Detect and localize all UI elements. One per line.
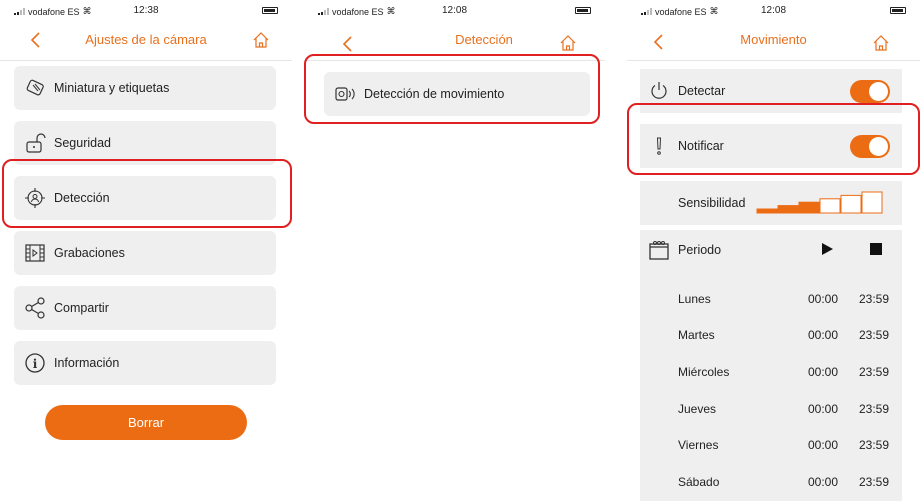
back-chevron-icon[interactable] — [340, 34, 356, 54]
sensitivity-row: Sensibilidad — [640, 181, 902, 225]
start-time: 00:00 — [808, 475, 839, 489]
sensitivity-bar-active[interactable] — [798, 201, 820, 214]
detect-toggle[interactable] — [850, 80, 890, 103]
home-icon[interactable] — [252, 31, 270, 49]
nav-divider — [304, 60, 605, 61]
stop-icon[interactable] — [870, 243, 882, 255]
detect-label: Detectar — [678, 84, 726, 98]
day-name: Lunes — [678, 292, 711, 306]
clock: 12:08 — [760, 5, 787, 16]
menu-item-label: Seguridad — [54, 136, 111, 150]
battery-icon — [575, 7, 591, 14]
clock: 12:38 — [133, 5, 159, 16]
battery-icon — [890, 7, 906, 14]
sensitivity-bar-active[interactable] — [777, 205, 799, 214]
detect-row: Detectar — [640, 69, 902, 113]
home-icon[interactable] — [559, 34, 577, 52]
menu-item-label: Información — [54, 356, 120, 370]
status-bar: vodafone ES ⌘ 12:38 — [0, 0, 292, 22]
notify-row: Notificar — [640, 124, 902, 168]
end-time: 23:59 — [859, 438, 890, 452]
status-bar: vodafone ES ⌘ 12:08 — [304, 0, 605, 22]
notify-toggle[interactable] — [850, 135, 890, 158]
camera-settings-screen: vodafone ES ⌘ 12:38 Ajustes de la cámara … — [0, 0, 292, 501]
day-name: Jueves — [678, 402, 717, 416]
day-name: Martes — [678, 328, 715, 342]
nav-bar: Ajustes de la cámara — [0, 22, 292, 60]
end-time: 23:59 — [859, 402, 890, 416]
status-bar: vodafone ES ⌘ 12:08 — [627, 0, 920, 22]
page-title: Detección — [455, 32, 513, 47]
start-time: 00:00 — [808, 292, 839, 306]
menu-item-label: Compartir — [54, 301, 109, 315]
sensitivity-bar-inactive[interactable] — [819, 198, 841, 214]
svg-text:i: i — [33, 357, 38, 371]
battery-icon — [262, 7, 278, 14]
motion-screen: vodafone ES ⌘ 12:08 Movimiento Detectar N… — [627, 0, 920, 501]
menu-item-seguridad[interactable]: Seguridad — [14, 121, 276, 165]
start-time: 00:00 — [808, 438, 839, 452]
end-time: 23:59 — [859, 328, 890, 342]
schedule-row[interactable]: Lunes 00:00 23:59 — [640, 292, 902, 312]
share-icon — [24, 297, 46, 319]
target-person-icon — [24, 187, 46, 209]
menu-item-miniatura[interactable]: Miniatura y etiquetas — [14, 66, 276, 110]
home-icon[interactable] — [872, 34, 890, 52]
nav-divider — [627, 60, 920, 61]
menu-item-grabaciones[interactable]: Grabaciones — [14, 231, 276, 275]
sensitivity-bar-inactive[interactable] — [861, 191, 883, 214]
day-name: Viernes — [678, 438, 719, 452]
nav-divider — [0, 60, 292, 61]
calendar-icon — [648, 239, 670, 261]
schedule-row[interactable]: Sábado 00:00 23:59 — [640, 475, 902, 495]
page-title: Ajustes de la cámara — [85, 32, 207, 47]
start-time: 00:00 — [808, 365, 839, 379]
menu-item-informacion[interactable]: i Información — [14, 341, 276, 385]
clock: 12:08 — [441, 5, 468, 16]
notify-label: Notificar — [678, 139, 724, 153]
menu-item-label: Detección de movimiento — [364, 87, 505, 101]
exclamation-icon — [648, 135, 670, 157]
end-time: 23:59 — [859, 365, 890, 379]
sensitivity-slider[interactable] — [755, 191, 890, 215]
sensitivity-bar-inactive[interactable] — [840, 194, 862, 214]
play-icon[interactable] — [820, 242, 834, 256]
schedule-row[interactable]: Viernes 00:00 23:59 — [640, 438, 902, 458]
schedule-row[interactable]: Jueves 00:00 23:59 — [640, 402, 902, 422]
menu-item-motion-detection[interactable]: Detección de movimiento — [324, 72, 590, 116]
motion-sensor-icon — [334, 83, 356, 105]
start-time: 00:00 — [808, 328, 839, 342]
menu-item-label: Grabaciones — [54, 246, 125, 260]
day-name: Sábado — [678, 475, 720, 489]
menu-item-label: Detección — [54, 191, 110, 205]
menu-item-compartir[interactable]: Compartir — [14, 286, 276, 330]
period-label: Periodo — [678, 243, 722, 257]
padlock-icon — [24, 132, 46, 154]
start-time: 00:00 — [808, 402, 839, 416]
nav-bar: Movimiento — [627, 22, 920, 60]
info-icon: i — [24, 352, 46, 374]
schedule-row[interactable]: Miércoles 00:00 23:59 — [640, 365, 902, 385]
sensitivity-label: Sensibilidad — [678, 196, 746, 210]
day-name: Miércoles — [678, 365, 730, 379]
delete-button[interactable]: Borrar — [45, 405, 247, 440]
nav-bar: Detección — [304, 22, 605, 60]
film-icon — [24, 242, 46, 264]
schedule-panel: Periodo Lunes 00:00 23:59 Martes 00:00 23:59 M… — [640, 230, 902, 501]
menu-item-deteccion[interactable]: Detección — [14, 176, 276, 220]
schedule-row[interactable]: Martes 00:00 23:59 — [640, 328, 902, 348]
end-time: 23:59 — [859, 292, 890, 306]
end-time: 23:59 — [859, 475, 890, 489]
image-tag-icon — [24, 77, 46, 99]
detection-screen: vodafone ES ⌘ 12:08 Detección Detección d… — [304, 0, 605, 501]
sensitivity-bar-active[interactable] — [756, 208, 778, 214]
power-icon — [648, 80, 670, 102]
menu-item-label: Miniatura y etiquetas — [54, 81, 170, 95]
